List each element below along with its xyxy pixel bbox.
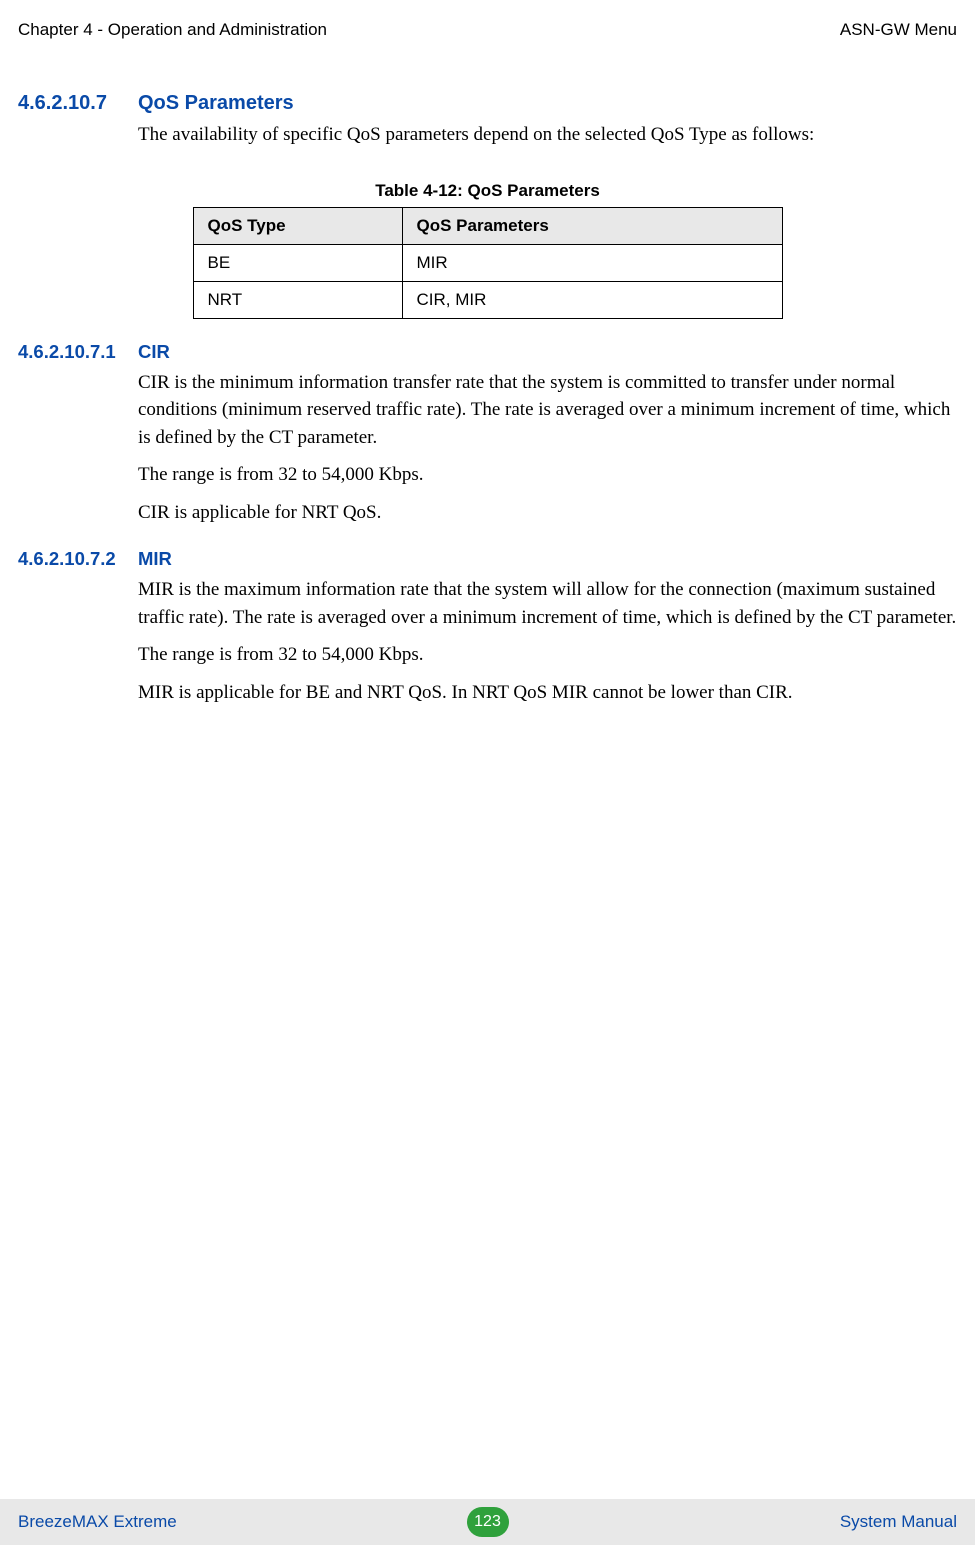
mir-paragraph-2: The range is from 32 to 54,000 Kbps. <box>138 641 957 669</box>
table-header-qos-parameters: QoS Parameters <box>402 207 782 244</box>
page-header: Chapter 4 - Operation and Administration… <box>0 0 975 40</box>
footer-left: BreezeMAX Extreme <box>18 1512 177 1532</box>
cir-paragraph-1: CIR is the minimum information transfer … <box>138 369 957 452</box>
table-header-qos-type: QoS Type <box>193 207 402 244</box>
table-row: BE MIR <box>193 244 782 281</box>
footer-page-number-badge: 123 <box>467 1507 509 1537</box>
qos-params-intro: The availability of specific QoS paramet… <box>138 121 957 149</box>
mir-paragraph-1: MIR is the maximum information rate that… <box>138 576 957 631</box>
section-number: 4.6.2.10.7.1 <box>18 341 138 363</box>
section-mir-heading: 4.6.2.10.7.2 MIR <box>18 548 957 570</box>
table-cell: BE <box>193 244 402 281</box>
section-qos-parameters-heading: 4.6.2.10.7 QoS Parameters <box>18 92 957 115</box>
table-caption: Table 4-12: QoS Parameters <box>18 181 957 201</box>
section-number: 4.6.2.10.7 <box>18 92 138 115</box>
section-number: 4.6.2.10.7.2 <box>18 548 138 570</box>
footer-page-number: 123 <box>474 1513 501 1531</box>
section-title: MIR <box>138 548 172 570</box>
header-left: Chapter 4 - Operation and Administration <box>18 20 327 40</box>
qos-parameters-table: QoS Type QoS Parameters BE MIR NRT CIR, … <box>193 207 783 319</box>
cir-paragraph-3: CIR is applicable for NRT QoS. <box>138 499 957 527</box>
section-cir-heading: 4.6.2.10.7.1 CIR <box>18 341 957 363</box>
table-cell: MIR <box>402 244 782 281</box>
cir-paragraph-2: The range is from 32 to 54,000 Kbps. <box>138 461 957 489</box>
page-content: 4.6.2.10.7 QoS Parameters The availabili… <box>0 40 975 706</box>
header-right: ASN-GW Menu <box>840 20 957 40</box>
table-cell: CIR, MIR <box>402 281 782 318</box>
footer-right: System Manual <box>840 1512 957 1532</box>
mir-paragraph-3: MIR is applicable for BE and NRT QoS. In… <box>138 679 957 707</box>
page-footer: BreezeMAX Extreme 123 System Manual <box>0 1499 975 1545</box>
section-title: CIR <box>138 341 170 363</box>
section-title: QoS Parameters <box>138 92 294 115</box>
table-row: NRT CIR, MIR <box>193 281 782 318</box>
table-cell: NRT <box>193 281 402 318</box>
